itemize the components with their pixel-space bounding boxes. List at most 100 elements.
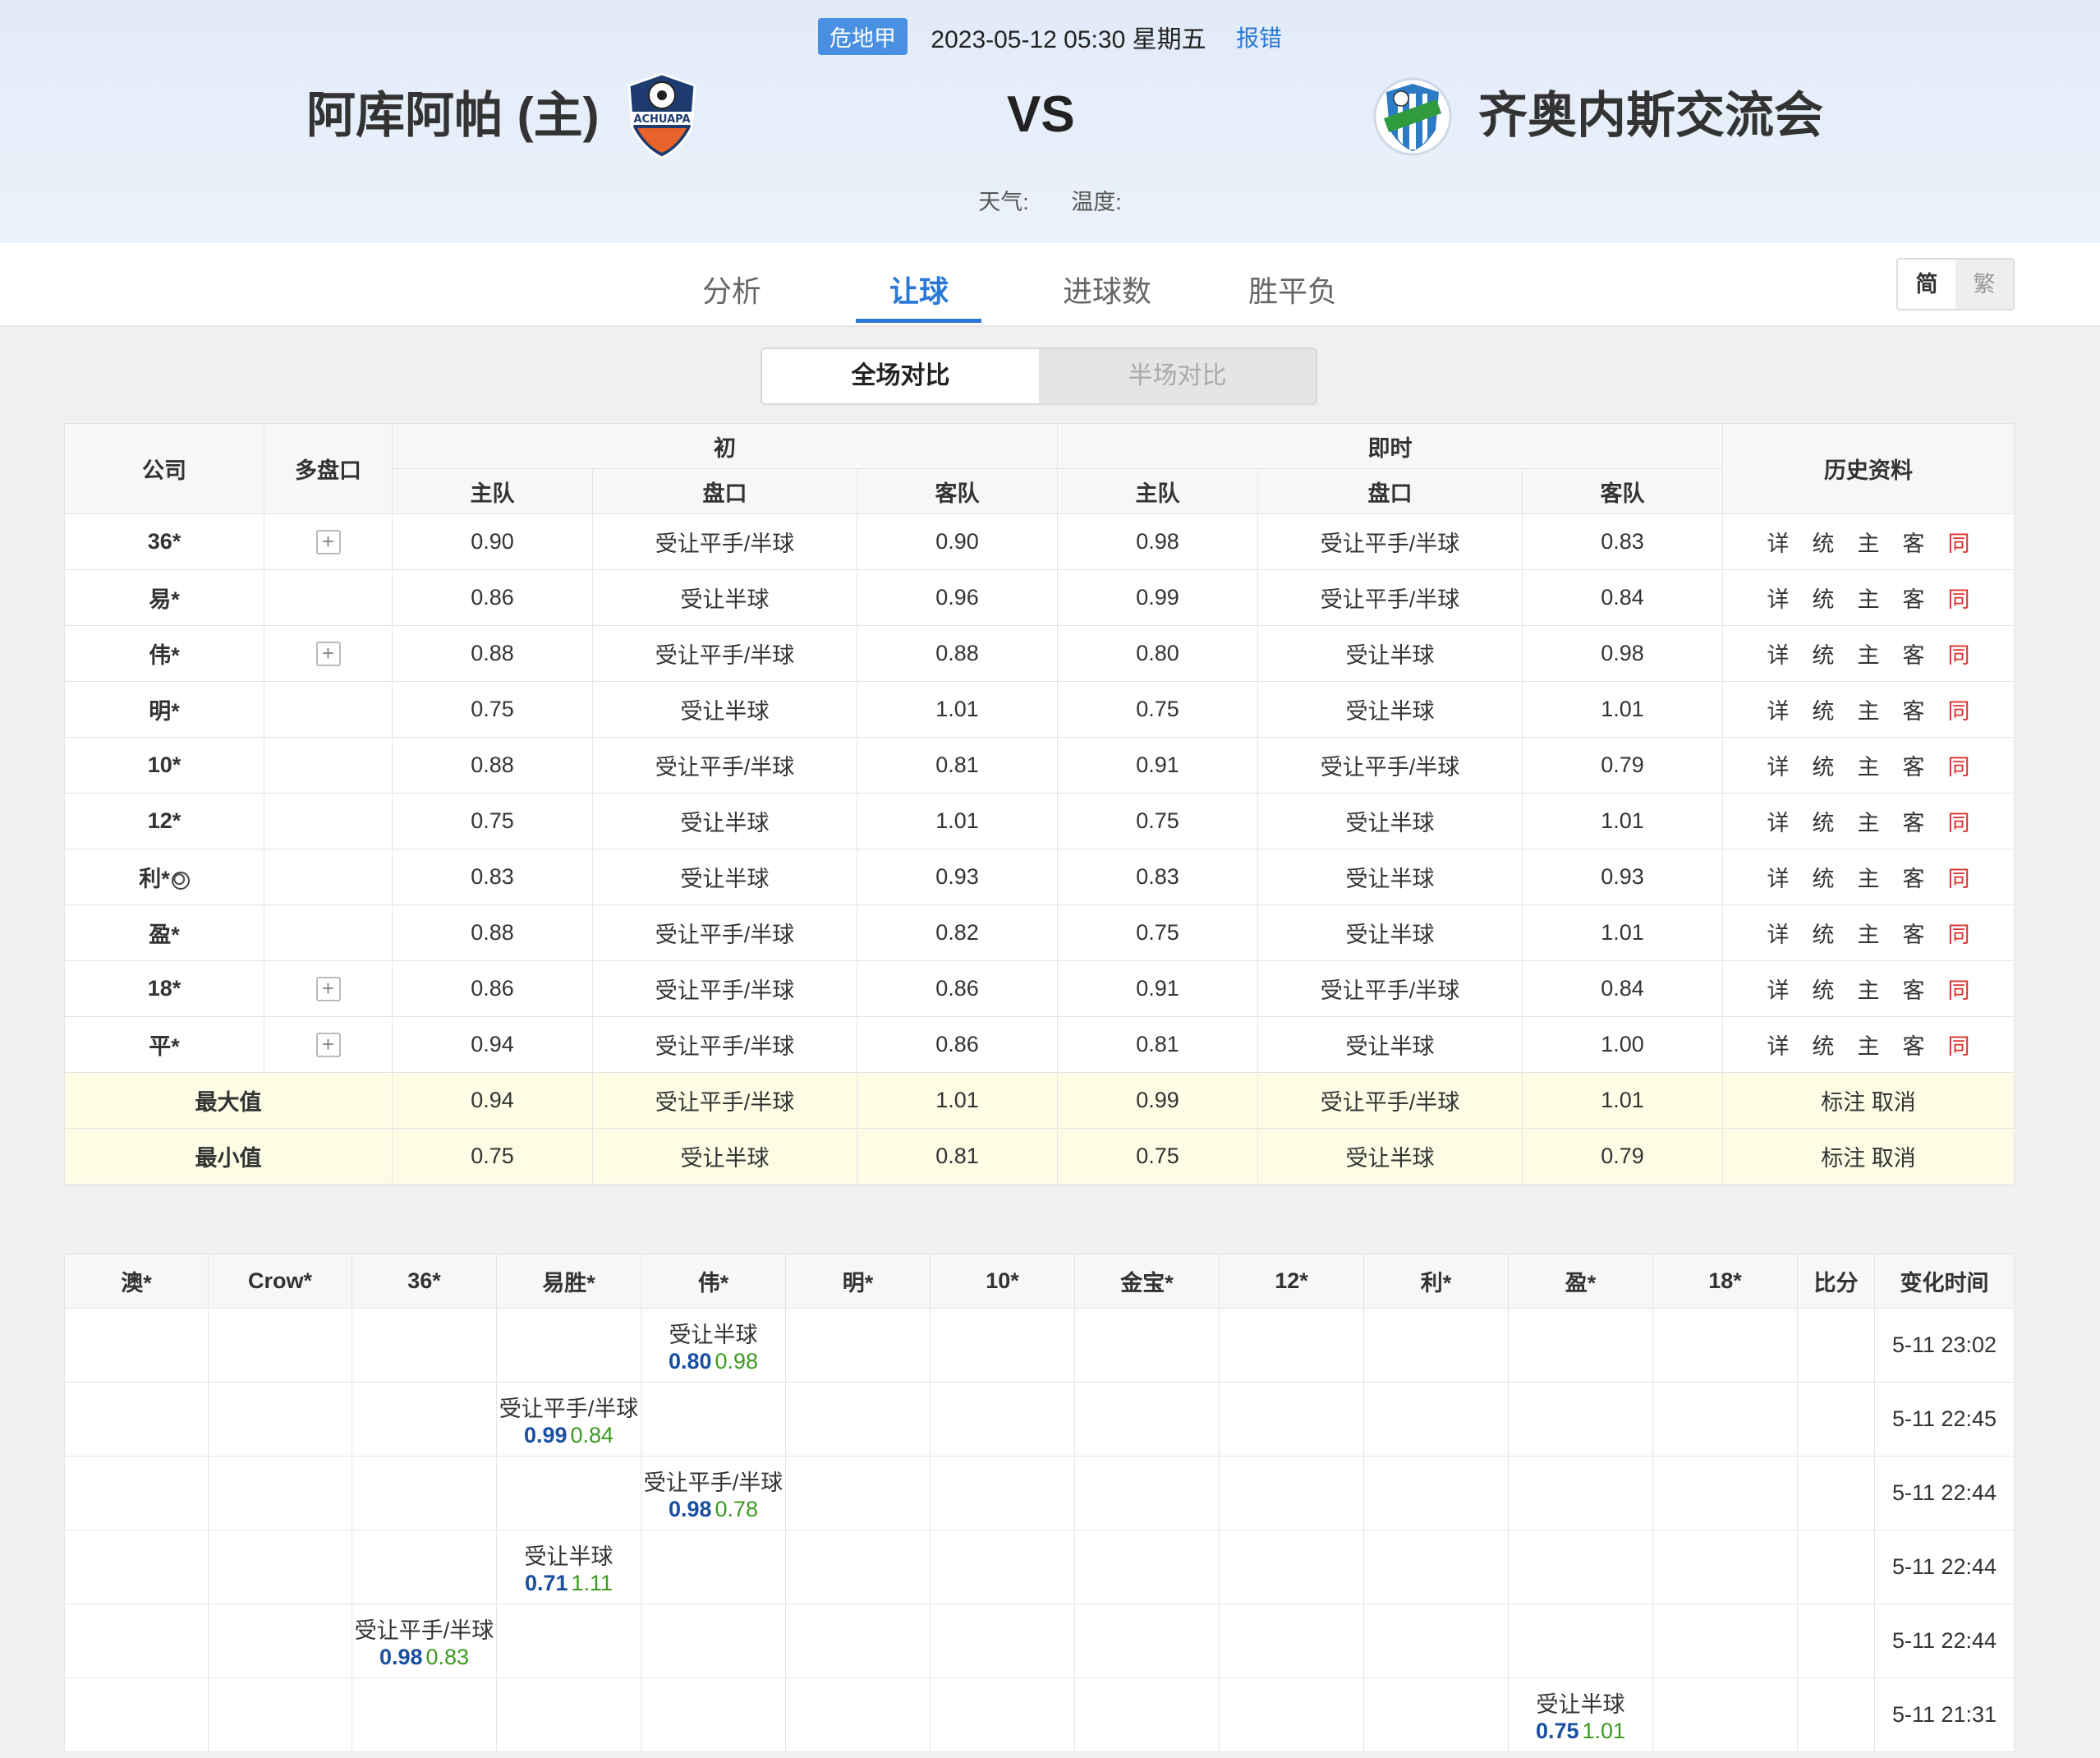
history-link[interactable]: 客	[1903, 1029, 1925, 1061]
history-link[interactable]: 统	[1813, 805, 1835, 837]
history-link[interactable]: 主	[1858, 582, 1880, 614]
history-link[interactable]: 同	[1948, 861, 1970, 893]
tab-goals[interactable]: 进球数	[1063, 268, 1151, 311]
change-col-header: Crow*	[208, 1254, 352, 1309]
multi-line-cell[interactable]: +	[264, 1016, 393, 1073]
history-link[interactable]: 客	[1903, 693, 1925, 725]
history-link[interactable]: 统	[1813, 526, 1835, 558]
league-badge[interactable]: 危地甲	[818, 18, 908, 55]
history-link[interactable]: 同	[1948, 1029, 1970, 1061]
history-link[interactable]: 详	[1767, 693, 1790, 725]
history-link[interactable]: 同	[1948, 805, 1970, 837]
summary-cell-l-line: 受让平手/半球	[1257, 1072, 1523, 1129]
odds-change-cell[interactable]: 受让半球 0.71 1.11	[496, 1530, 641, 1604]
history-link[interactable]: 客	[1903, 917, 1925, 949]
cancel-button[interactable]: 取消	[1872, 1146, 1916, 1171]
history-link[interactable]: 统	[1813, 637, 1835, 670]
expand-plus-icon[interactable]: +	[315, 977, 341, 1001]
odds-change-cell[interactable]: 受让半球 0.80 0.98	[641, 1308, 786, 1383]
history-link[interactable]: 统	[1813, 861, 1835, 893]
history-link[interactable]: 统	[1813, 1029, 1835, 1061]
history-link[interactable]: 同	[1948, 637, 1970, 670]
history-link[interactable]: 主	[1858, 637, 1880, 670]
history-link[interactable]: 统	[1813, 693, 1835, 725]
history-link[interactable]: 客	[1903, 973, 1925, 1005]
history-link[interactable]: 主	[1858, 805, 1880, 837]
history-link[interactable]: 详	[1767, 861, 1790, 893]
history-link[interactable]: 同	[1948, 973, 1970, 1005]
history-link[interactable]: 详	[1767, 973, 1790, 1005]
away-team-name[interactable]: 齐奥内斯交流会	[1478, 76, 1823, 147]
full-match-compare-button[interactable]: 全场对比	[762, 349, 1039, 403]
history-link[interactable]: 统	[1813, 582, 1835, 614]
home-team-name[interactable]: 阿库阿帕 (主)	[306, 76, 600, 147]
odds-change-cell[interactable]: 受让平手/半球 0.98 0.78	[641, 1456, 786, 1530]
odds-change-cell[interactable]: 受让半球 0.75 1.01	[1508, 1677, 1653, 1752]
cancel-button[interactable]: 取消	[1872, 1090, 1916, 1115]
odds-cell-i-home: 0.75	[392, 793, 593, 849]
history-link[interactable]: 客	[1903, 526, 1925, 558]
company-name[interactable]: 盈*	[64, 904, 264, 961]
history-link[interactable]: 主	[1858, 749, 1880, 781]
history-link[interactable]: 详	[1767, 749, 1790, 781]
history-link[interactable]: 统	[1813, 973, 1835, 1005]
company-name[interactable]: 伟*	[64, 625, 264, 682]
history-link[interactable]: 同	[1948, 917, 1970, 949]
report-error-link[interactable]: 报错	[1236, 21, 1282, 53]
company-name[interactable]: 12*	[64, 793, 264, 849]
expand-plus-icon[interactable]: +	[315, 1033, 341, 1057]
odds-cell-i-home: 0.75	[392, 681, 593, 738]
away-team-logo-icon[interactable]	[1373, 69, 1452, 159]
history-link[interactable]: 统	[1813, 917, 1835, 949]
history-link[interactable]: 主	[1858, 917, 1880, 949]
half-match-compare-button[interactable]: 半场对比	[1039, 349, 1316, 403]
change-home-odds: 0.80	[668, 1348, 712, 1374]
multi-line-cell[interactable]: +	[264, 513, 393, 570]
history-link[interactable]: 同	[1948, 526, 1970, 558]
company-name[interactable]: 平*	[64, 1016, 264, 1073]
history-link[interactable]: 主	[1858, 861, 1880, 893]
history-link[interactable]: 同	[1948, 693, 1970, 725]
history-link[interactable]: 客	[1903, 749, 1925, 781]
mark-button[interactable]: 标注	[1821, 1146, 1865, 1171]
tab-handicap[interactable]: 让球	[889, 268, 949, 311]
lang-simplified-button[interactable]: 简	[1898, 260, 1955, 309]
history-link[interactable]: 详	[1767, 1029, 1790, 1061]
history-link[interactable]: 主	[1858, 693, 1880, 725]
history-link[interactable]: 客	[1903, 582, 1925, 614]
empty-cell	[1363, 1677, 1509, 1752]
odds-change-cell[interactable]: 受让平手/半球 0.99 0.84	[496, 1382, 641, 1457]
history-link[interactable]: 统	[1813, 749, 1835, 781]
history-link[interactable]: 详	[1767, 582, 1790, 614]
tab-win-draw-lose[interactable]: 胜平负	[1248, 268, 1337, 311]
expand-plus-icon[interactable]: +	[315, 530, 341, 555]
history-link[interactable]: 客	[1903, 861, 1925, 893]
history-link[interactable]: 客	[1903, 637, 1925, 670]
company-name[interactable]: 10*	[64, 737, 264, 794]
history-link[interactable]: 详	[1767, 917, 1790, 949]
history-link[interactable]: 主	[1858, 526, 1880, 558]
home-team-logo-icon[interactable]: ACHUAPA	[623, 71, 701, 161]
multi-line-cell[interactable]: +	[264, 625, 393, 682]
history-link[interactable]: 同	[1948, 582, 1970, 614]
history-link[interactable]: 详	[1767, 805, 1790, 837]
lang-traditional-button[interactable]: 繁	[1955, 260, 2013, 309]
table-row: 受让半球 0.80 0.98 5-11 23:02	[64, 1308, 2015, 1383]
expand-plus-icon[interactable]: +	[315, 642, 341, 666]
multi-line-cell[interactable]: +	[264, 960, 393, 1017]
history-link[interactable]: 主	[1858, 1029, 1880, 1061]
company-name[interactable]: 易*	[64, 569, 264, 626]
company-name[interactable]: 18*	[64, 960, 264, 1017]
company-name[interactable]: 明*	[64, 681, 264, 738]
change-time: 5-11 22:44	[1874, 1604, 2015, 1678]
tab-analysis[interactable]: 分析	[702, 268, 761, 311]
mark-button[interactable]: 标注	[1821, 1090, 1865, 1115]
company-name[interactable]: 利*	[64, 849, 264, 905]
history-link[interactable]: 详	[1767, 526, 1790, 558]
company-name[interactable]: 36*	[64, 513, 264, 570]
history-link[interactable]: 详	[1767, 637, 1790, 670]
history-link[interactable]: 主	[1858, 973, 1880, 1005]
history-link[interactable]: 同	[1948, 749, 1970, 781]
odds-change-cell[interactable]: 受让平手/半球 0.98 0.83	[352, 1604, 497, 1678]
history-link[interactable]: 客	[1903, 805, 1925, 837]
